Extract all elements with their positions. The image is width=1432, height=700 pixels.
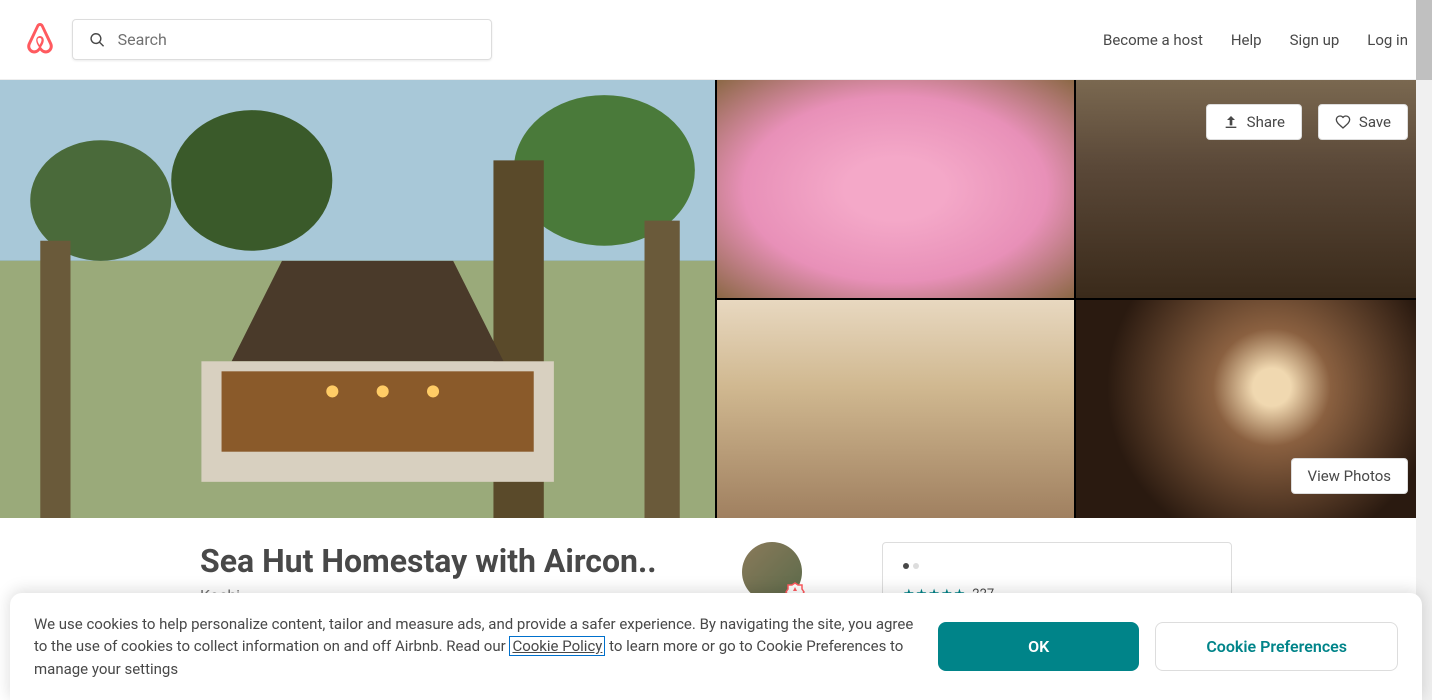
scrollbar-thumb[interactable] xyxy=(1416,0,1432,80)
carousel-dots xyxy=(903,563,1211,569)
heart-icon xyxy=(1335,114,1351,130)
save-label: Save xyxy=(1359,113,1391,131)
share-label: Share xyxy=(1247,113,1285,131)
photo-thumb-3[interactable] xyxy=(717,300,1074,518)
share-icon xyxy=(1223,114,1239,130)
share-button[interactable]: Share xyxy=(1206,104,1302,140)
cookie-buttons: OK Cookie Preferences xyxy=(938,622,1398,671)
cookie-banner: We use cookies to help personalize conte… xyxy=(10,593,1422,700)
cookie-prefs-button[interactable]: Cookie Preferences xyxy=(1155,622,1398,671)
photo-thumb-1[interactable] xyxy=(717,80,1074,298)
cookie-ok-button[interactable]: OK xyxy=(938,622,1139,671)
nav-right: Become a host Help Sign up Log in xyxy=(1103,31,1408,49)
search-box[interactable] xyxy=(72,19,492,60)
dot-2[interactable] xyxy=(913,563,919,569)
signup-link[interactable]: Sign up xyxy=(1290,31,1340,49)
main-photo[interactable] xyxy=(0,80,715,518)
cookie-policy-link[interactable]: Cookie Policy xyxy=(509,636,605,656)
view-photos-button[interactable]: View Photos xyxy=(1291,458,1408,494)
scrollbar[interactable] xyxy=(1416,0,1432,700)
login-link[interactable]: Log in xyxy=(1367,31,1408,49)
search-input[interactable] xyxy=(118,30,475,49)
listing-title: Sea Hut Homestay with Aircon.. xyxy=(200,542,657,580)
cookie-text: We use cookies to help personalize conte… xyxy=(34,613,914,681)
dot-1[interactable] xyxy=(903,563,909,569)
header: Become a host Help Sign up Log in xyxy=(0,0,1432,80)
airbnb-logo[interactable] xyxy=(24,21,56,59)
gallery-actions: Share Save xyxy=(1206,104,1408,140)
help-link[interactable]: Help xyxy=(1231,31,1262,49)
photo-gallery: Share Save View Photos xyxy=(0,80,1432,518)
become-host-link[interactable]: Become a host xyxy=(1103,31,1203,49)
search-icon xyxy=(89,31,106,49)
save-button[interactable]: Save xyxy=(1318,104,1408,140)
